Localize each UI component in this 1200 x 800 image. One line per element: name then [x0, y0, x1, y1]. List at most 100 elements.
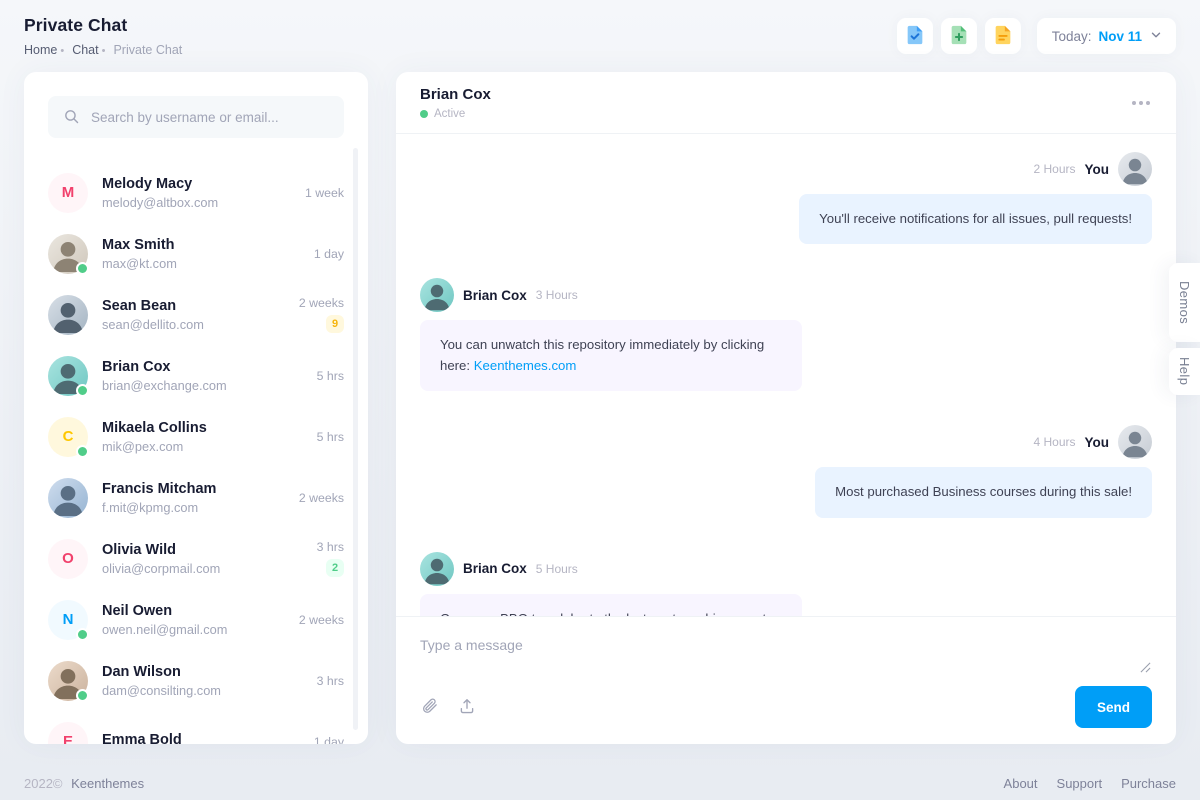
- message-bubble: You can unwatch this repository immediat…: [420, 320, 802, 391]
- contact-info: Neil Owen owen.neil@gmail.com: [102, 602, 299, 637]
- contact-email[interactable]: f.mit@kpmg.com: [102, 500, 299, 515]
- side-tab-demos[interactable]: Demos: [1169, 263, 1200, 342]
- breadcrumb: Home Chat Private Chat: [24, 43, 182, 57]
- chevron-down-icon: [1149, 28, 1163, 45]
- avatar: E: [48, 722, 88, 745]
- side-tab-help[interactable]: Help: [1169, 348, 1200, 395]
- contact-meta: 1 day: [314, 735, 344, 745]
- avatar: [48, 478, 88, 518]
- contact-name[interactable]: Max Smith: [102, 236, 314, 254]
- contact-list-item[interactable]: N Neil Owen owen.neil@gmail.com 2 weeks: [24, 589, 368, 650]
- contact-name[interactable]: Sean Bean: [102, 297, 299, 315]
- chat-message: You 4 Hours Most purchased Business cour…: [420, 425, 1152, 517]
- contact-avatar: [48, 661, 88, 701]
- online-indicator: [76, 384, 89, 397]
- message-header: Brian Cox 3 Hours: [420, 278, 578, 312]
- footer-link-purchase[interactable]: Purchase: [1121, 776, 1176, 791]
- contact-name[interactable]: Dan Wilson: [102, 663, 317, 681]
- upload-button[interactable]: [450, 689, 484, 725]
- send-button[interactable]: Send: [1075, 686, 1152, 728]
- message-link[interactable]: Keenthemes.com: [474, 358, 577, 373]
- unread-badge: 2: [326, 559, 344, 577]
- message-author[interactable]: Brian Cox: [463, 561, 527, 576]
- message-author[interactable]: You: [1085, 162, 1110, 177]
- date-selector[interactable]: Today: Nov 11: [1037, 18, 1176, 54]
- file-plus-icon: [948, 24, 970, 49]
- contacts-scrollbar[interactable]: [353, 148, 358, 730]
- file-plus-button[interactable]: [941, 18, 977, 54]
- contacts-panel: M Melody Macy melody@altbox.com 1 week M…: [24, 72, 368, 744]
- chat-messages: You 2 Hours You'll receive notifications…: [396, 134, 1176, 616]
- contact-last-seen: 2 weeks: [299, 296, 344, 310]
- online-indicator: [76, 689, 89, 702]
- contact-email[interactable]: owen.neil@gmail.com: [102, 622, 299, 637]
- chat-peer-name[interactable]: Brian Cox: [420, 86, 491, 103]
- footer-link-support[interactable]: Support: [1057, 776, 1103, 791]
- contact-email[interactable]: max@kt.com: [102, 256, 314, 271]
- contact-email[interactable]: dam@consilting.com: [102, 683, 317, 698]
- brand-link[interactable]: Keenthemes: [71, 776, 144, 791]
- contact-avatar: C: [48, 417, 88, 457]
- contact-meta: 1 week: [305, 186, 344, 200]
- search-input[interactable]: [48, 96, 344, 138]
- contact-email[interactable]: brian@exchange.com: [102, 378, 317, 393]
- message-input[interactable]: [420, 630, 1152, 676]
- contact-info: Mikaela Collins mik@pex.com: [102, 419, 317, 454]
- contact-name[interactable]: Emma Bold: [102, 731, 314, 744]
- contact-info: Sean Bean sean@dellito.com: [102, 297, 299, 332]
- breadcrumb-current: Private Chat: [113, 43, 182, 57]
- contact-name[interactable]: Melody Macy: [102, 175, 305, 193]
- message-bubble: Company BBQ to celebrate the last quater…: [420, 594, 802, 616]
- contact-info: Francis Mitcham f.mit@kpmg.com: [102, 480, 299, 515]
- contact-info: Brian Cox brian@exchange.com: [102, 358, 317, 393]
- contact-email[interactable]: mik@pex.com: [102, 439, 317, 454]
- file-check-button[interactable]: [897, 18, 933, 54]
- contact-name[interactable]: Olivia Wild: [102, 541, 317, 559]
- message-author[interactable]: You: [1085, 435, 1110, 450]
- breadcrumb-home[interactable]: Home: [24, 43, 72, 57]
- contact-avatar: O: [48, 539, 88, 579]
- contact-info: Olivia Wild olivia@corpmail.com: [102, 541, 317, 576]
- message-bubble: You'll receive notifications for all iss…: [799, 194, 1152, 244]
- contact-last-seen: 5 hrs: [317, 369, 344, 383]
- contact-name[interactable]: Francis Mitcham: [102, 480, 299, 498]
- contact-list-item[interactable]: Max Smith max@kt.com 1 day: [24, 223, 368, 284]
- footer-links: About Support Purchase: [1004, 776, 1176, 791]
- contact-list-item[interactable]: O Olivia Wild olivia@corpmail.com 3 hrs …: [24, 528, 368, 589]
- contact-list-item[interactable]: Francis Mitcham f.mit@kpmg.com 2 weeks: [24, 467, 368, 528]
- contact-name[interactable]: Brian Cox: [102, 358, 317, 376]
- contact-email[interactable]: melody@altbox.com: [102, 195, 305, 210]
- contact-name[interactable]: Neil Owen: [102, 602, 299, 620]
- attach-file-button[interactable]: [412, 689, 446, 725]
- avatar: M: [48, 173, 88, 213]
- footer-link-about[interactable]: About: [1004, 776, 1038, 791]
- ellipsis-menu-icon[interactable]: [1130, 95, 1152, 111]
- resize-handle-icon[interactable]: [1140, 660, 1151, 678]
- contact-meta: 2 weeks 9: [299, 296, 344, 333]
- contact-avatar: [48, 295, 88, 335]
- contact-list-item[interactable]: Sean Bean sean@dellito.com 2 weeks 9: [24, 284, 368, 345]
- contact-avatar: M: [48, 173, 88, 213]
- contact-name[interactable]: Mikaela Collins: [102, 419, 317, 437]
- contact-last-seen: 2 weeks: [299, 613, 344, 627]
- contact-list: M Melody Macy melody@altbox.com 1 week M…: [24, 162, 368, 744]
- message-text: Most purchased Business courses during t…: [835, 484, 1132, 499]
- contact-list-item[interactable]: Brian Cox brian@exchange.com 5 hrs: [24, 345, 368, 406]
- message-avatar: [1118, 152, 1152, 186]
- breadcrumb-chat[interactable]: Chat: [72, 43, 113, 57]
- contact-email[interactable]: olivia@corpmail.com: [102, 561, 317, 576]
- contact-email[interactable]: sean@dellito.com: [102, 317, 299, 332]
- file-lines-button[interactable]: [985, 18, 1021, 54]
- file-lines-icon: [992, 24, 1014, 49]
- contact-list-item[interactable]: E Emma Bold 1 day: [24, 711, 368, 744]
- page-heading-block: Private Chat Home Chat Private Chat: [24, 15, 182, 57]
- copyright: 2022© Keenthemes: [24, 776, 144, 791]
- contact-list-item[interactable]: M Melody Macy melody@altbox.com 1 week: [24, 162, 368, 223]
- message-avatar: [420, 278, 454, 312]
- contact-avatar: [48, 234, 88, 274]
- contact-list-item[interactable]: C Mikaela Collins mik@pex.com 5 hrs: [24, 406, 368, 467]
- contact-list-item[interactable]: Dan Wilson dam@consilting.com 3 hrs: [24, 650, 368, 711]
- message-author[interactable]: Brian Cox: [463, 288, 527, 303]
- date-value: Nov 11: [1098, 29, 1142, 44]
- toolbar: Today: Nov 11: [897, 18, 1176, 54]
